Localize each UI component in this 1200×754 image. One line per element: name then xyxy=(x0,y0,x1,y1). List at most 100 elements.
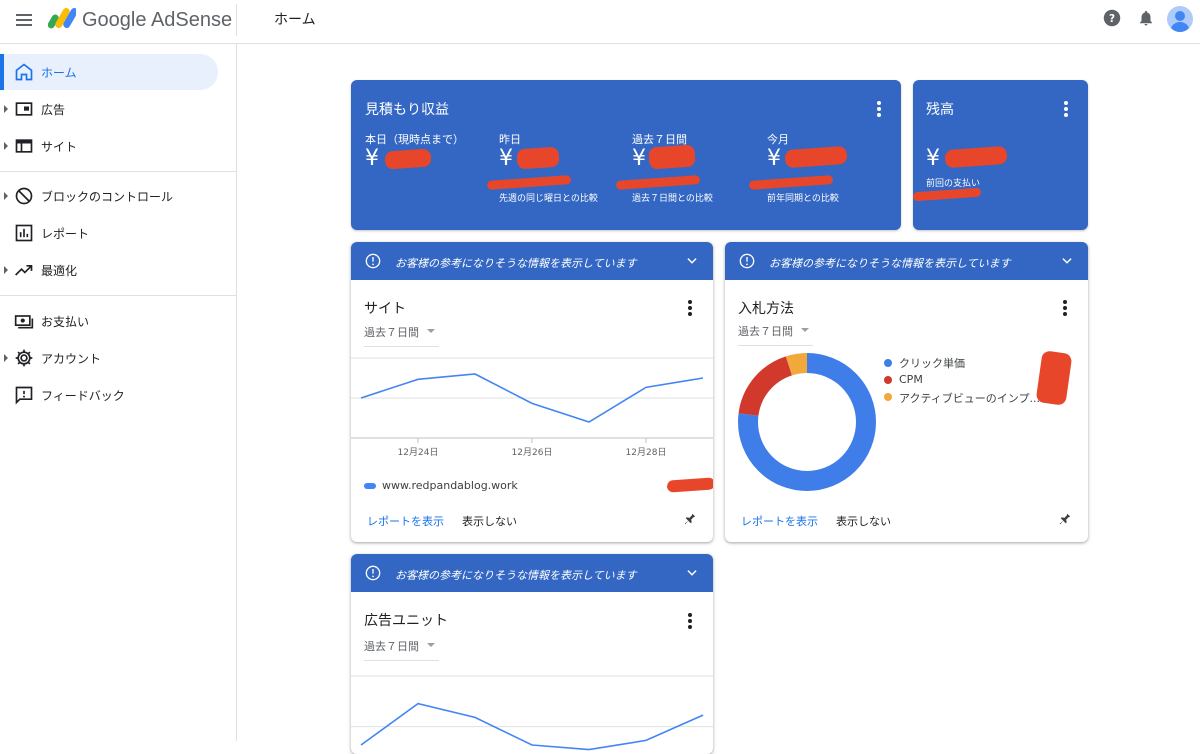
redaction-mark xyxy=(516,146,560,170)
sidebar-item-payments[interactable]: お支払い xyxy=(0,303,218,339)
sidebar-item-sites[interactable]: サイト xyxy=(0,128,218,164)
avatar[interactable] xyxy=(1167,6,1193,32)
metric-value-month: ¥ xyxy=(767,146,781,171)
metric-label-month: 今月 xyxy=(767,133,789,146)
redaction-mark xyxy=(666,477,713,493)
sidebar-divider xyxy=(0,295,236,296)
hide-button[interactable]: 表示しない xyxy=(836,513,891,529)
sidebar-item-label: サイト xyxy=(41,140,78,154)
sites-icon xyxy=(15,139,33,153)
adsense-logo-icon xyxy=(48,8,76,29)
sidebar-item-account[interactable]: アカウント xyxy=(0,340,218,376)
help-icon[interactable]: ? xyxy=(1103,9,1121,27)
more-options-icon[interactable] xyxy=(681,299,699,317)
view-report-link[interactable]: レポートを表示 xyxy=(367,513,444,529)
menu-icon[interactable] xyxy=(14,11,34,31)
sidebar-item-label: 広告 xyxy=(41,103,66,117)
x-tick-label: 12月28日 xyxy=(626,447,667,458)
sidebar-item-home[interactable]: ホーム xyxy=(0,54,218,90)
legend-site-name: www.redpandablog.work xyxy=(382,479,518,492)
ad-units-card: お客様の参考になりそうな情報を表示しています 広告ユニット 過去７日間 xyxy=(351,554,713,754)
reports-icon xyxy=(15,224,33,242)
main-content: 見積もり収益 本日（現時点まで） ¥ 昨日 ¥ 先週の同じ曜日との比較 過去７日… xyxy=(237,44,1200,754)
info-banner: お客様の参考になりそうな情報を表示しています xyxy=(725,242,1088,280)
metric-compare-month: 前年同期との比較 xyxy=(767,194,839,204)
svg-text:?: ? xyxy=(1109,13,1115,25)
card-title: 入札方法 xyxy=(738,301,794,317)
legend-label: アクティブビューのインプ... xyxy=(899,392,1040,405)
metric-compare-7days: 過去７日間との比較 xyxy=(632,194,713,204)
payments-icon xyxy=(14,315,34,329)
more-options-icon[interactable] xyxy=(1056,299,1074,317)
legend-label: クリック単価 xyxy=(899,357,965,370)
redaction-mark xyxy=(648,144,696,170)
balance-title: 残高 xyxy=(926,102,954,118)
sidebar-item-label: お支払い xyxy=(41,315,90,329)
sidebar-item-label: フィードバック xyxy=(41,389,125,403)
info-banner-text: お客様の参考になりそうな情報を表示しています xyxy=(395,569,637,582)
top-bar: Google AdSense ホーム ? xyxy=(0,0,1200,44)
sites-line-chart: 12月24日 12月26日 12月28日 xyxy=(351,357,713,458)
sidebar-item-block-controls[interactable]: ブロックのコントロール xyxy=(0,178,218,214)
redaction-mark xyxy=(784,145,848,169)
info-banner-text: お客様の参考になりそうな情報を表示しています xyxy=(769,257,1011,270)
redaction-mark xyxy=(913,187,982,202)
more-options-icon[interactable] xyxy=(870,100,888,118)
bidding-card: お客様の参考になりそうな情報を表示しています 入札方法 過去７日間 クリック単価… xyxy=(725,242,1088,542)
card-title: 広告ユニット xyxy=(364,613,448,629)
block-icon xyxy=(15,187,33,205)
date-range-dropdown[interactable]: 過去７日間 xyxy=(364,638,439,661)
legend-dot xyxy=(884,376,892,384)
sidebar-item-ads[interactable]: 広告 xyxy=(0,91,218,127)
hide-button[interactable]: 表示しない xyxy=(462,513,517,529)
legend-dot xyxy=(884,393,892,401)
date-range-dropdown[interactable]: 過去７日間 xyxy=(738,323,813,346)
sidebar-divider xyxy=(0,171,236,172)
trending-up-icon xyxy=(15,265,33,276)
info-banner: お客様の参考になりそうな情報を表示しています xyxy=(351,242,713,280)
view-report-link[interactable]: レポートを表示 xyxy=(741,513,818,529)
sidebar-item-label: ブロックのコントロール xyxy=(41,190,174,204)
info-banner-text: お客様の参考になりそうな情報を表示しています xyxy=(395,257,637,270)
home-icon xyxy=(15,63,33,81)
sidebar-item-label: ホーム xyxy=(41,66,77,80)
gear-icon xyxy=(15,349,33,367)
earnings-title: 見積もり収益 xyxy=(365,102,449,118)
alert-circle-icon xyxy=(739,253,755,269)
legend-swatch xyxy=(364,483,376,489)
metric-value-today: ¥ xyxy=(365,146,379,171)
redaction-mark xyxy=(384,148,432,170)
date-range-dropdown[interactable]: 過去７日間 xyxy=(364,324,439,347)
topbar-divider xyxy=(236,4,237,36)
sidebar-item-reports[interactable]: レポート xyxy=(0,215,218,251)
chevron-down-icon[interactable] xyxy=(685,566,699,580)
sidebar-item-optimization[interactable]: 最適化 xyxy=(0,252,218,288)
bidding-donut-chart xyxy=(738,353,876,491)
bell-icon[interactable] xyxy=(1137,9,1155,27)
alert-circle-icon xyxy=(365,565,381,581)
redaction-mark xyxy=(748,175,834,190)
chevron-down-icon[interactable] xyxy=(685,254,699,268)
balance-value: ¥ xyxy=(926,146,940,171)
more-options-icon[interactable] xyxy=(681,612,699,630)
sidebar-item-label: アカウント xyxy=(41,352,102,366)
alert-circle-icon xyxy=(365,253,381,269)
expand-caret-icon xyxy=(4,142,8,150)
pin-icon[interactable] xyxy=(1058,512,1072,526)
expand-caret-icon xyxy=(4,354,8,362)
brand-name: Google AdSense xyxy=(82,9,233,31)
redaction-mark xyxy=(486,175,572,190)
sidebar-item-feedback[interactable]: フィードバック xyxy=(0,377,218,413)
metric-value-yesterday: ¥ xyxy=(499,146,513,171)
more-options-icon[interactable] xyxy=(1057,100,1075,118)
ads-icon xyxy=(15,102,33,116)
info-banner: お客様の参考になりそうな情報を表示しています xyxy=(351,554,713,592)
metric-value-7days: ¥ xyxy=(632,146,646,171)
pin-icon[interactable] xyxy=(683,512,697,526)
balance-last-payment: 前回の支払い xyxy=(926,179,981,189)
expand-caret-icon xyxy=(4,192,8,200)
sidebar-item-label: レポート xyxy=(41,227,90,241)
expand-caret-icon xyxy=(4,266,8,274)
chevron-down-icon[interactable] xyxy=(1060,254,1074,268)
metric-compare-yesterday: 先週の同じ曜日との比較 xyxy=(499,194,598,204)
